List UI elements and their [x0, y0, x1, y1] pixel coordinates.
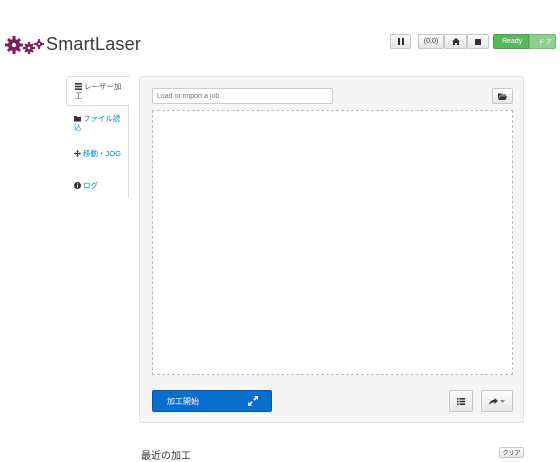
door-status-badge: ドア: [529, 34, 556, 49]
gears-logo-icon: [5, 36, 44, 54]
list-icon: [75, 83, 82, 90]
clear-recent-button[interactable]: クリア: [499, 447, 524, 458]
folder-icon: [74, 116, 81, 122]
job-list-button[interactable]: [449, 390, 473, 412]
move-icon: [74, 150, 81, 157]
home-icon: [451, 38, 460, 45]
list-icon: [457, 397, 465, 405]
stop-button[interactable]: [467, 34, 489, 49]
sidebar-item-label: 移動・JOG: [83, 149, 121, 158]
job-panel: 加工開始: [139, 76, 524, 423]
start-job-button[interactable]: 加工開始: [152, 390, 272, 412]
folder-open-icon: [498, 93, 507, 100]
start-job-label: 加工開始: [167, 396, 199, 406]
coords-button[interactable]: (0,0): [418, 34, 444, 49]
status-badge: Ready: [493, 34, 529, 49]
sidebar-item-move-jog[interactable]: 移動・JOG: [66, 149, 129, 158]
stop-icon: [475, 38, 481, 45]
app-brand: SmartLaser: [46, 34, 142, 54]
open-file-button[interactable]: [492, 88, 513, 104]
export-dropdown-button[interactable]: [481, 390, 513, 412]
share-arrow-icon: [489, 397, 498, 405]
job-load-input[interactable]: [152, 88, 333, 104]
sidebar-item-file-import[interactable]: ファイル読込: [66, 114, 129, 132]
sidebar-item-laser-job[interactable]: レーザー加工: [66, 76, 130, 106]
home-button[interactable]: [444, 34, 467, 49]
sidebar-item-log[interactable]: ログ: [66, 181, 129, 190]
expand-icon: [248, 396, 258, 406]
pause-button[interactable]: [390, 34, 411, 49]
sidebar-item-label: ログ: [83, 181, 98, 190]
pause-icon: [397, 38, 404, 45]
caret-down-icon: [500, 399, 505, 403]
sidebar-nav: レーザー加工 ファイル読込 移動・JOG ログ: [66, 76, 130, 198]
job-preview-canvas[interactable]: [152, 110, 513, 375]
info-icon: [74, 182, 81, 189]
recent-jobs-heading: 最近の加工: [141, 451, 191, 462]
